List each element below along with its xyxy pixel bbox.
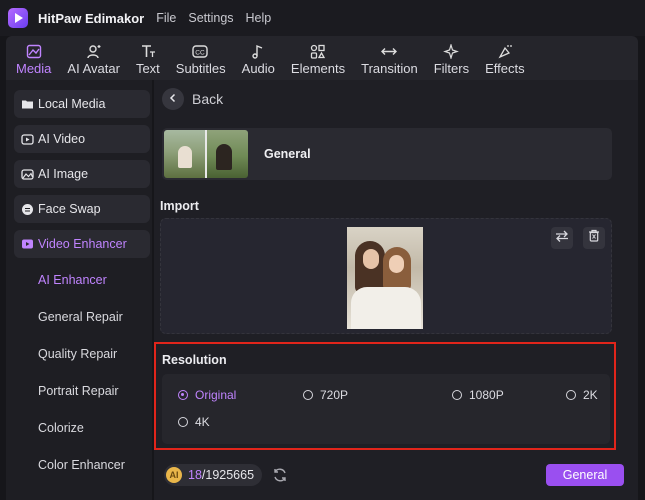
radio-label: 720P [320,388,349,402]
radio-dot [303,390,313,400]
sidebar-item-label: Video Enhancer [38,237,127,251]
sidebar-item-local-media[interactable]: Local Media [14,90,150,118]
avatar-icon [85,43,103,59]
tab-label: AI Avatar [67,61,120,76]
tab-transition[interactable]: Transition [353,36,426,76]
model-card-general[interactable]: General [162,128,612,180]
audio-icon [249,43,267,59]
bottom-bar: AI 18 /1925665 General [154,454,638,500]
app-logo-icon [8,8,28,28]
tab-label: Effects [485,61,525,76]
effects-icon [496,43,514,59]
chevron-left-icon [168,90,178,108]
enhancer-panel: Back General Import Resolution Original … [154,80,638,500]
model-preview-thumbnail [164,130,248,178]
tab-label: Text [135,61,160,76]
radio-dot [452,390,462,400]
tab-label: Subtitles [175,61,226,76]
transition-icon [380,43,398,59]
face-swap-icon [20,202,34,216]
tab-label: Audio [241,61,275,76]
resolution-2k-radio[interactable]: 2K [566,388,598,402]
main-toolbar: Media AI Avatar Text CC Subtitles Audio [6,36,638,80]
tab-label: Media [16,61,52,76]
sidebar-item-label: AI Image [38,167,89,181]
tab-label: Transition [361,61,418,76]
ai-video-icon [20,132,34,146]
credits-used: 18 [188,468,202,482]
menu-settings[interactable]: Settings [188,11,233,25]
svg-text:CC: CC [195,49,205,56]
tab-media[interactable]: Media [6,36,59,76]
radio-label: 2K [583,388,598,402]
radio-dot [178,390,188,400]
filters-icon [442,43,460,59]
app-title: HitPaw Edimakor [38,10,145,26]
submenu-colorize[interactable]: Colorize [38,421,84,435]
tab-subtitles[interactable]: CC Subtitles [168,36,234,76]
resolution-720p-radio[interactable]: 720P [303,388,348,402]
model-card-label: General [264,147,311,161]
sidebar-item-face-swap[interactable]: Face Swap [14,195,150,223]
replace-button[interactable] [551,227,573,249]
imported-photo [347,227,423,329]
resolution-options: Original 720P 1080P 2K 4K [162,374,610,444]
sidebar-item-ai-video[interactable]: AI Video [14,125,150,153]
import-heading: Import [160,199,199,213]
folder-icon [20,97,34,111]
sidebar-item-label: Local Media [38,97,106,111]
resolution-section: Resolution Original 720P 1080P 2K 4K [154,342,616,450]
submenu-general-repair[interactable]: General Repair [38,310,123,324]
tab-effects[interactable]: Effects [477,36,533,76]
ai-image-icon [20,167,34,181]
resolution-heading: Resolution [162,353,227,367]
tab-label: Filters [433,61,470,76]
media-icon [25,43,43,59]
resolution-original-radio[interactable]: Original [178,388,236,402]
general-action-button[interactable]: General [546,464,624,486]
tab-label: Elements [290,61,346,76]
tab-filters[interactable]: Filters [426,36,477,76]
sidebar-item-video-enhancer[interactable]: Video Enhancer [14,230,150,258]
back-label[interactable]: Back [192,91,223,107]
radio-label: Original [195,388,237,402]
back-row: Back [162,88,223,110]
subtitles-icon: CC [192,43,210,59]
submenu-ai-enhancer[interactable]: AI Enhancer [38,273,107,287]
submenu-color-enhancer[interactable]: Color Enhancer [38,458,125,472]
tab-audio[interactable]: Audio [234,36,283,76]
tab-text[interactable]: Text [128,36,168,76]
video-enhancer-icon [20,237,34,251]
resolution-4k-radio[interactable]: 4K [178,415,210,429]
swap-icon [555,229,569,247]
left-sidebar: Local Media AI Video AI Image Face Swap … [6,80,152,500]
resolution-1080p-radio[interactable]: 1080P [452,388,504,402]
import-dropzone[interactable] [160,218,612,334]
tab-elements[interactable]: Elements [283,36,353,76]
back-button[interactable] [162,88,184,110]
trash-icon [588,229,600,247]
submenu-portrait-repair[interactable]: Portrait Repair [38,384,119,398]
credits-total: /1925665 [201,468,255,482]
tab-ai-avatar[interactable]: AI Avatar [59,36,128,76]
text-icon [139,43,157,59]
radio-dot [178,417,188,427]
sidebar-item-label: Face Swap [38,202,101,216]
elements-icon [309,43,327,59]
coin-icon: AI [166,467,182,483]
radio-dot [566,390,576,400]
sidebar-item-ai-image[interactable]: AI Image [14,160,150,188]
title-bar: HitPaw Edimakor File Settings Help [0,0,645,36]
menu-file[interactable]: File [156,11,176,25]
sidebar-item-label: AI Video [38,132,86,146]
credits-badge: AI 18 /1925665 [164,464,263,486]
refresh-icon[interactable] [272,467,288,483]
menu-help[interactable]: Help [246,11,272,25]
radio-label: 1080P [469,388,504,402]
radio-label: 4K [195,415,210,429]
delete-button[interactable] [583,227,605,249]
submenu-quality-repair[interactable]: Quality Repair [38,347,117,361]
app-window: HitPaw Edimakor File Settings Help Media… [0,0,645,500]
